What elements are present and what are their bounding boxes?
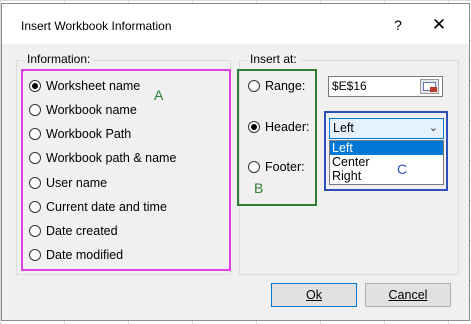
dialog-title: Insert Workbook Information: [21, 19, 172, 33]
option-workbook-path[interactable]: Workbook Path: [29, 125, 131, 143]
ok-button[interactable]: Ok: [271, 283, 357, 307]
radio-workbook-path-and-name[interactable]: [29, 152, 41, 164]
radio-workbook-path[interactable]: [29, 128, 41, 140]
radio-worksheet-name[interactable]: [29, 80, 41, 92]
range-select-marker-glyph: [430, 87, 437, 92]
radio-user-name[interactable]: [29, 177, 41, 189]
header-position-listbox[interactable]: Left Center Right: [329, 140, 444, 185]
radio-header[interactable]: [248, 121, 260, 133]
cancel-button[interactable]: Cancel: [365, 283, 451, 307]
insert-at-group-label: Insert at:: [247, 52, 300, 66]
annotation-label-a: A: [154, 87, 164, 103]
radio-range[interactable]: [248, 80, 260, 92]
listbox-option-center[interactable]: Center: [330, 155, 443, 169]
option-current-date-and-time[interactable]: Current date and time: [29, 198, 167, 216]
option-header[interactable]: Header:: [248, 118, 309, 136]
radio-date-modified[interactable]: [29, 249, 41, 261]
title-bar: Insert Workbook Information ? ✕: [2, 4, 469, 44]
annotation-label-c: C: [397, 161, 408, 177]
option-worksheet-name[interactable]: Worksheet name: [29, 77, 140, 95]
option-range[interactable]: Range:: [248, 77, 305, 95]
option-workbook-path-and-name[interactable]: Workbook path & name: [29, 149, 176, 167]
listbox-option-right[interactable]: Right: [330, 169, 443, 183]
help-icon[interactable]: ?: [388, 15, 408, 35]
insert-workbook-information-dialog: Insert Workbook Information ? ✕ Informat…: [1, 3, 470, 321]
radio-footer[interactable]: [248, 161, 260, 173]
listbox-option-left[interactable]: Left: [330, 141, 443, 155]
annotation-label-b: B: [254, 180, 264, 196]
option-workbook-name[interactable]: Workbook name: [29, 101, 137, 119]
close-icon[interactable]: ✕: [428, 14, 450, 36]
radio-date-created[interactable]: [29, 225, 41, 237]
radio-current-date-and-time[interactable]: [29, 201, 41, 213]
annotation-box-a: [21, 69, 231, 271]
chevron-down-icon[interactable]: ⌄: [429, 119, 438, 138]
radio-workbook-name[interactable]: [29, 104, 41, 116]
option-user-name[interactable]: User name: [29, 174, 107, 192]
option-date-modified[interactable]: Date modified: [29, 246, 123, 264]
information-group-label: Information:: [24, 52, 94, 66]
option-date-created[interactable]: Date created: [29, 222, 118, 240]
option-footer[interactable]: Footer:: [248, 158, 305, 176]
header-position-select[interactable]: Left ⌄: [329, 118, 444, 139]
range-select-icon[interactable]: [420, 79, 439, 94]
header-position-selected-value: Left: [333, 121, 354, 135]
